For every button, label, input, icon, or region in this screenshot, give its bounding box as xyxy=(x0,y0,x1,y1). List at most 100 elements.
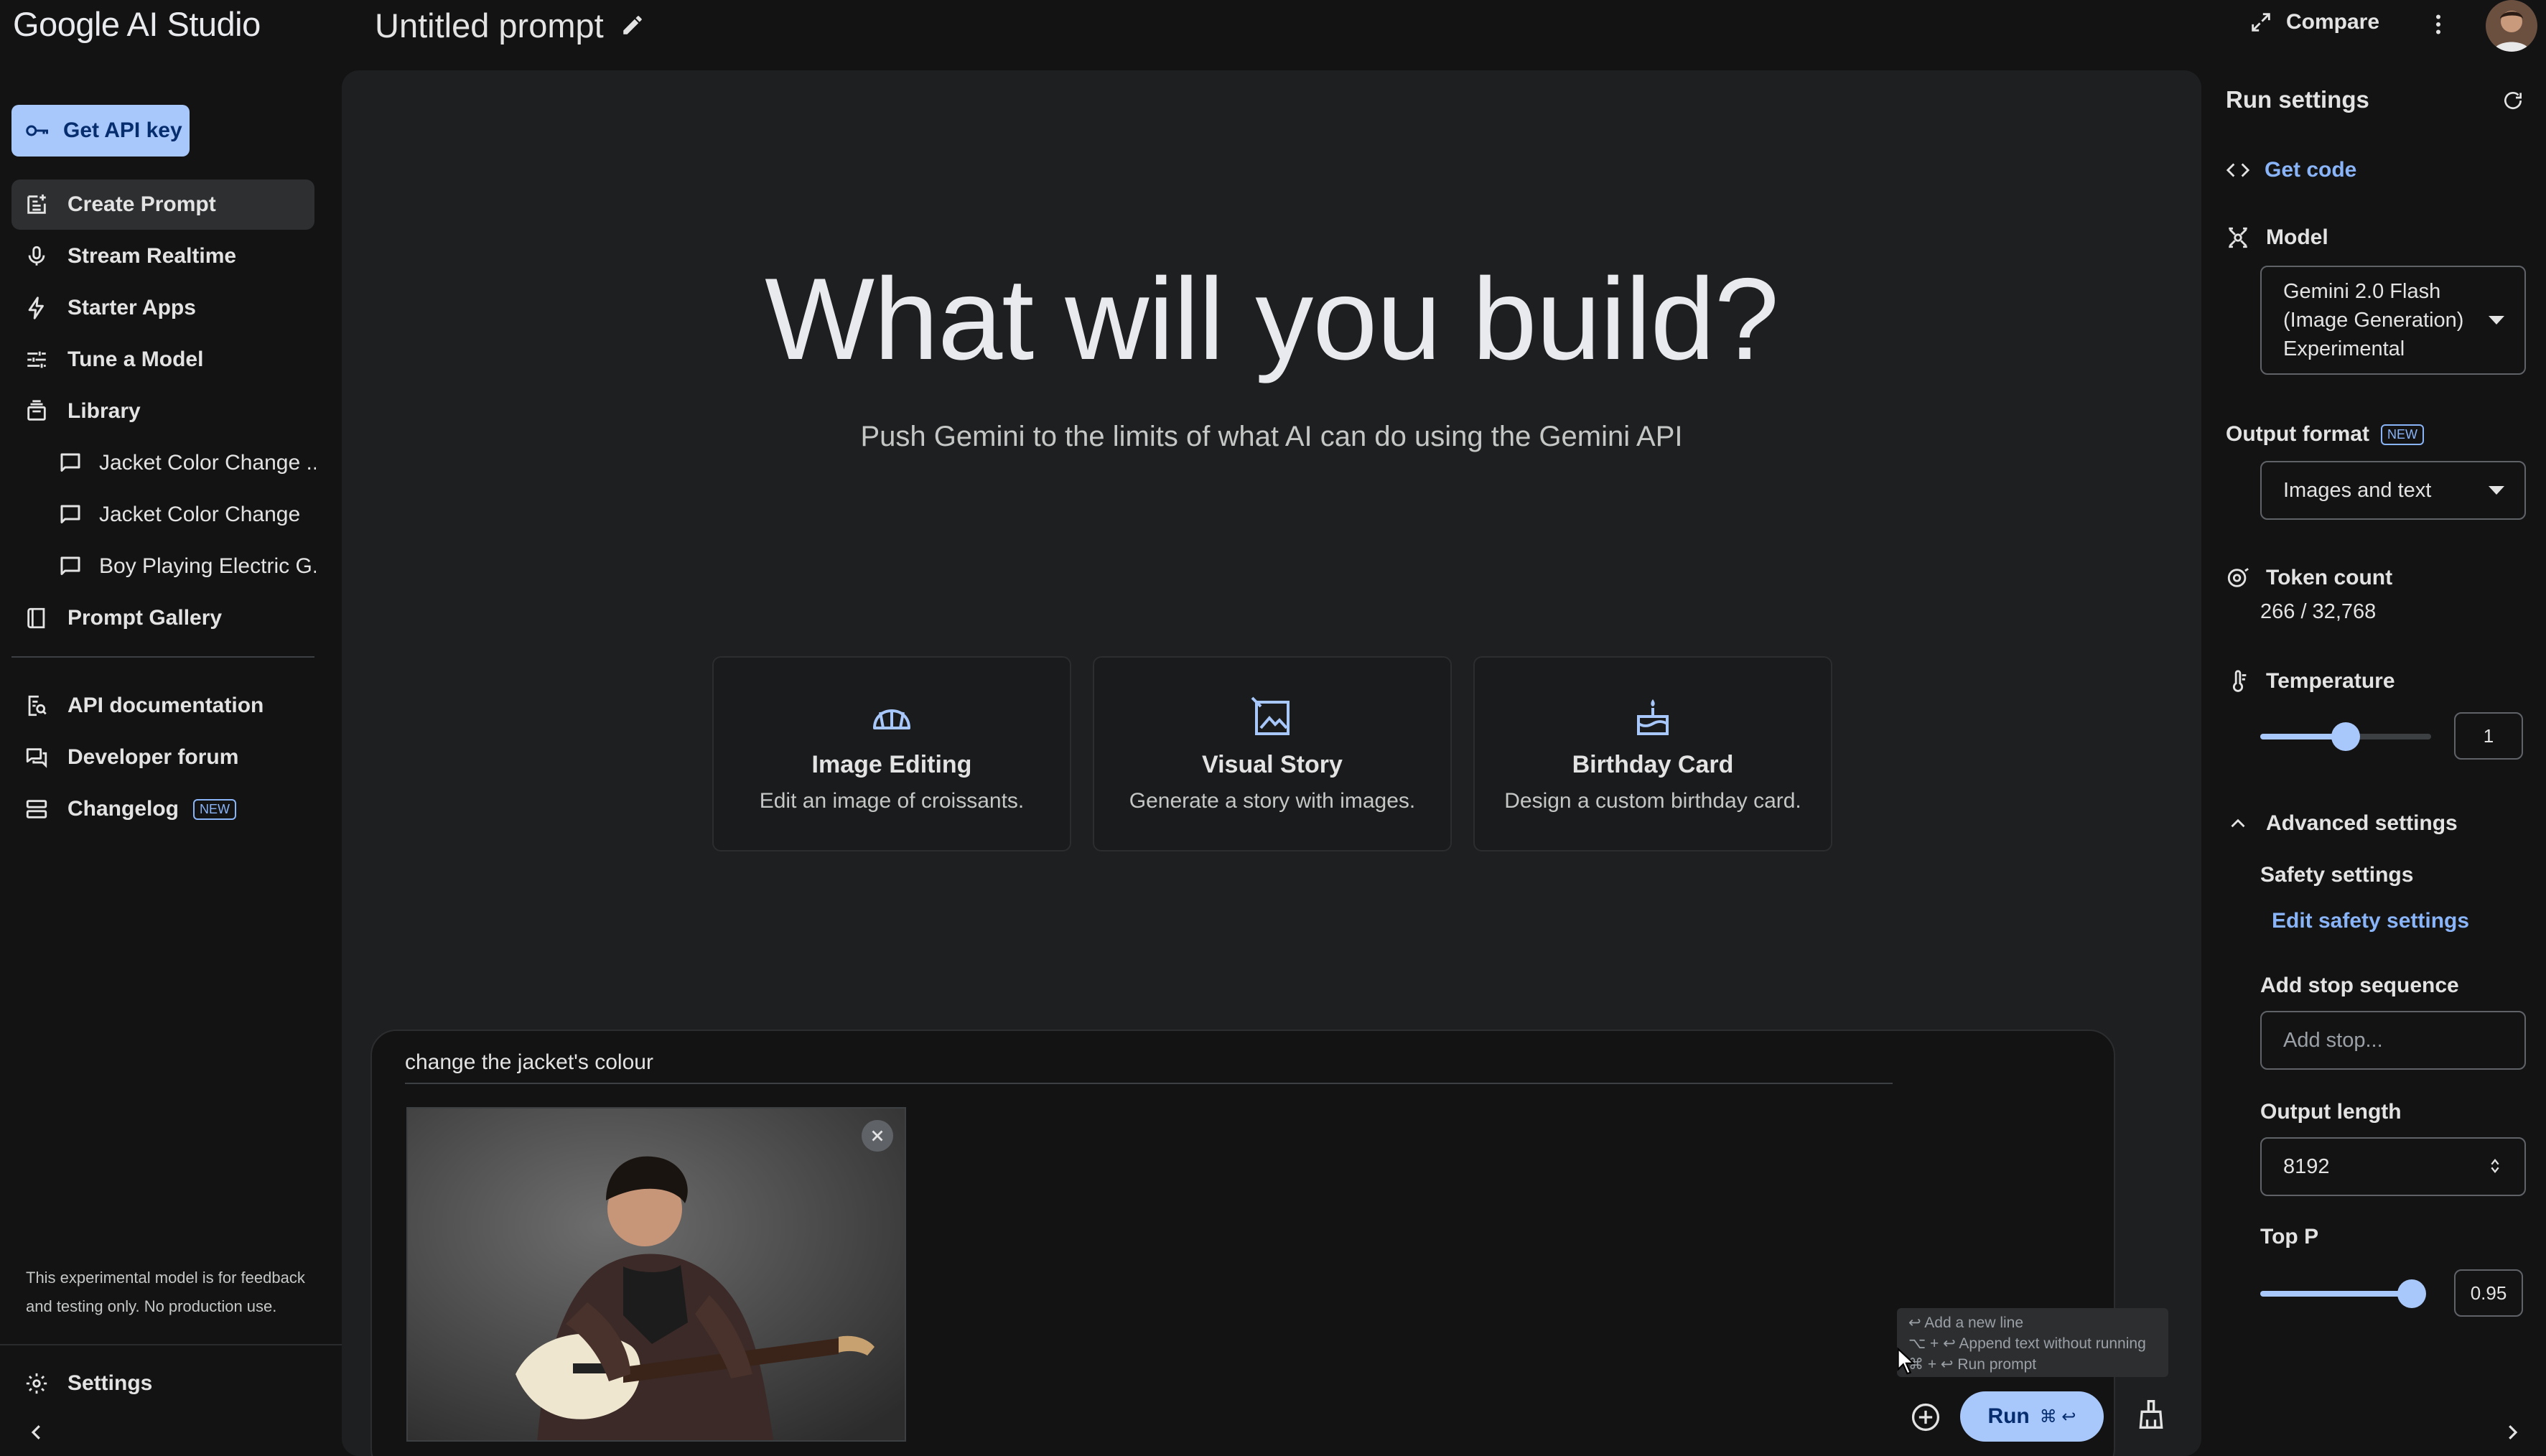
cake-icon xyxy=(1630,695,1676,741)
key-icon xyxy=(24,118,50,144)
temperature-input[interactable]: 1 xyxy=(2454,712,2523,760)
output-length-label: Output length xyxy=(2260,1100,2402,1124)
run-settings-title: Run settings xyxy=(2226,86,2369,113)
card-birthday-card[interactable]: Birthday Card Design a custom birthday c… xyxy=(1473,656,1832,851)
clear-chat-brush-icon[interactable] xyxy=(2135,1399,2167,1430)
sidebar-divider xyxy=(11,656,314,658)
output-format-select[interactable]: Images and text xyxy=(2260,461,2526,520)
library-icon xyxy=(24,399,49,424)
app-logo[interactable]: Google AI Studio xyxy=(13,4,261,44)
tooltip-line: ⌥ + ↩ Append text without running xyxy=(1908,1335,2146,1352)
output-length-value: 8192 xyxy=(2283,1154,2330,1178)
card-image-editing[interactable]: Image Editing Edit an image of croissant… xyxy=(712,656,1071,851)
nav-label: Tune a Model xyxy=(67,347,204,371)
nav-label: Developer forum xyxy=(67,745,239,769)
nav-library[interactable]: Library xyxy=(11,386,314,437)
get-api-key-button[interactable]: Get API key xyxy=(11,105,190,157)
model-select-value: Gemini 2.0 Flash (Image Generation) Expe… xyxy=(2283,280,2464,360)
tooltip-line: ⌘ + ↩ Run prompt xyxy=(1908,1356,2037,1373)
prompt-title[interactable]: Untitled prompt xyxy=(375,6,604,45)
nav-settings[interactable]: Settings xyxy=(11,1358,314,1409)
nav-label: API documentation xyxy=(67,694,264,717)
token-count-icon xyxy=(2226,566,2250,590)
token-count-value: 266 / 32,768 xyxy=(2260,600,2377,623)
library-item[interactable]: Jacket Color Change ... xyxy=(57,438,316,488)
dropdown-arrow-icon xyxy=(2489,316,2504,325)
card-visual-story[interactable]: Visual Story Generate a story with image… xyxy=(1093,656,1452,851)
nav-create-prompt[interactable]: Create Prompt xyxy=(11,179,314,230)
chat-icon xyxy=(57,554,83,579)
run-button[interactable]: Run ⌘ ↩ xyxy=(1960,1391,2104,1442)
chat-icon xyxy=(57,502,83,528)
changelog-icon xyxy=(24,797,49,821)
story-image-icon xyxy=(1249,695,1295,741)
library-item[interactable]: Boy Playing Electric G... xyxy=(57,541,316,592)
nav-tune-model[interactable]: Tune a Model xyxy=(11,335,314,385)
user-avatar[interactable] xyxy=(2486,0,2537,52)
library-item-label: Boy Playing Electric G... xyxy=(99,554,316,578)
nav-starter-apps[interactable]: Starter Apps xyxy=(11,283,314,333)
nav-prompt-gallery[interactable]: Prompt Gallery xyxy=(11,593,314,643)
expand-panel-icon[interactable] xyxy=(2501,1422,2523,1443)
prompt-underline xyxy=(405,1083,1893,1084)
tune-icon xyxy=(24,347,49,372)
top-p-slider-fill xyxy=(2260,1291,2412,1297)
nav-stream-realtime[interactable]: Stream Realtime xyxy=(11,231,314,281)
temperature-slider-thumb[interactable] xyxy=(2331,722,2360,751)
run-shortcut: ⌘ ↩ xyxy=(2039,1406,2076,1427)
get-code-link[interactable]: Get code xyxy=(2226,158,2356,182)
nav-changelog[interactable]: Changelog NEW xyxy=(11,784,314,834)
compare-icon xyxy=(2249,10,2273,34)
compare-button[interactable]: Compare xyxy=(2249,10,2379,34)
library-item-label: Jacket Color Change xyxy=(99,503,301,526)
nav-developer-forum[interactable]: Developer forum xyxy=(11,732,314,783)
bolt-icon xyxy=(24,296,49,320)
more-options-icon[interactable] xyxy=(2425,11,2451,37)
model-select[interactable]: Gemini 2.0 Flash (Image Generation) Expe… xyxy=(2260,266,2526,375)
output-format-label: Output format NEW xyxy=(2226,422,2424,447)
collapse-sidebar-icon[interactable] xyxy=(26,1422,47,1443)
nav-api-documentation[interactable]: API documentation xyxy=(11,681,314,731)
card-description: Design a custom birthday card. xyxy=(1504,789,1801,813)
get-code-label: Get code xyxy=(2265,158,2357,182)
mouse-cursor-icon xyxy=(1895,1347,1917,1376)
chat-icon xyxy=(57,450,83,476)
temperature-slider[interactable] xyxy=(2260,722,2431,751)
nav-label: Settings xyxy=(67,1371,153,1395)
edit-title-icon[interactable] xyxy=(620,13,645,37)
reset-settings-icon[interactable] xyxy=(2501,89,2524,112)
attached-image-thumbnail[interactable] xyxy=(406,1107,906,1442)
output-length-input[interactable]: 8192 xyxy=(2260,1137,2526,1196)
card-title: Image Editing xyxy=(811,751,972,778)
card-description: Generate a story with images. xyxy=(1129,789,1416,813)
forum-icon xyxy=(24,745,49,770)
remove-image-button[interactable] xyxy=(862,1120,893,1152)
safety-settings-label: Safety settings xyxy=(2260,863,2414,887)
top-p-slider-thumb[interactable] xyxy=(2397,1279,2426,1308)
token-count-label: Token count xyxy=(2226,566,2392,590)
sidebar-footer-divider xyxy=(0,1344,342,1345)
new-badge: NEW xyxy=(193,798,236,820)
stop-sequence-label: Add stop sequence xyxy=(2260,974,2459,997)
prompt-input[interactable] xyxy=(405,1042,1891,1083)
nav-label: Library xyxy=(67,399,141,423)
hero-subtitle: Push Gemini to the limits of what AI can… xyxy=(860,421,1683,452)
add-media-icon[interactable] xyxy=(1910,1401,1941,1433)
code-icon xyxy=(2226,158,2250,182)
card-title: Visual Story xyxy=(1202,751,1343,778)
edit-safety-settings-link[interactable]: Edit safety settings xyxy=(2272,909,2469,933)
top-p-input[interactable]: 0.95 xyxy=(2454,1269,2523,1317)
advanced-settings-toggle[interactable]: Advanced settings xyxy=(2226,811,2458,836)
shortcut-tooltip: ↩ Add a new line ⌥ + ↩ Append text witho… xyxy=(1897,1308,2168,1377)
run-label: Run xyxy=(1987,1404,2030,1428)
stop-sequence-input[interactable]: Add stop... xyxy=(2260,1011,2526,1070)
stepper-icon[interactable] xyxy=(2490,1156,2500,1176)
card-description: Edit an image of croissants. xyxy=(759,789,1025,813)
top-p-slider[interactable] xyxy=(2260,1279,2426,1308)
nav-label: Create Prompt xyxy=(67,192,216,216)
library-item[interactable]: Jacket Color Change xyxy=(57,490,316,540)
library-item-label: Jacket Color Change ... xyxy=(99,451,316,475)
experimental-disclaimer: This experimental model is for feedback … xyxy=(26,1269,305,1315)
top-p-label: Top P xyxy=(2260,1225,2319,1249)
create-prompt-icon xyxy=(24,192,49,217)
